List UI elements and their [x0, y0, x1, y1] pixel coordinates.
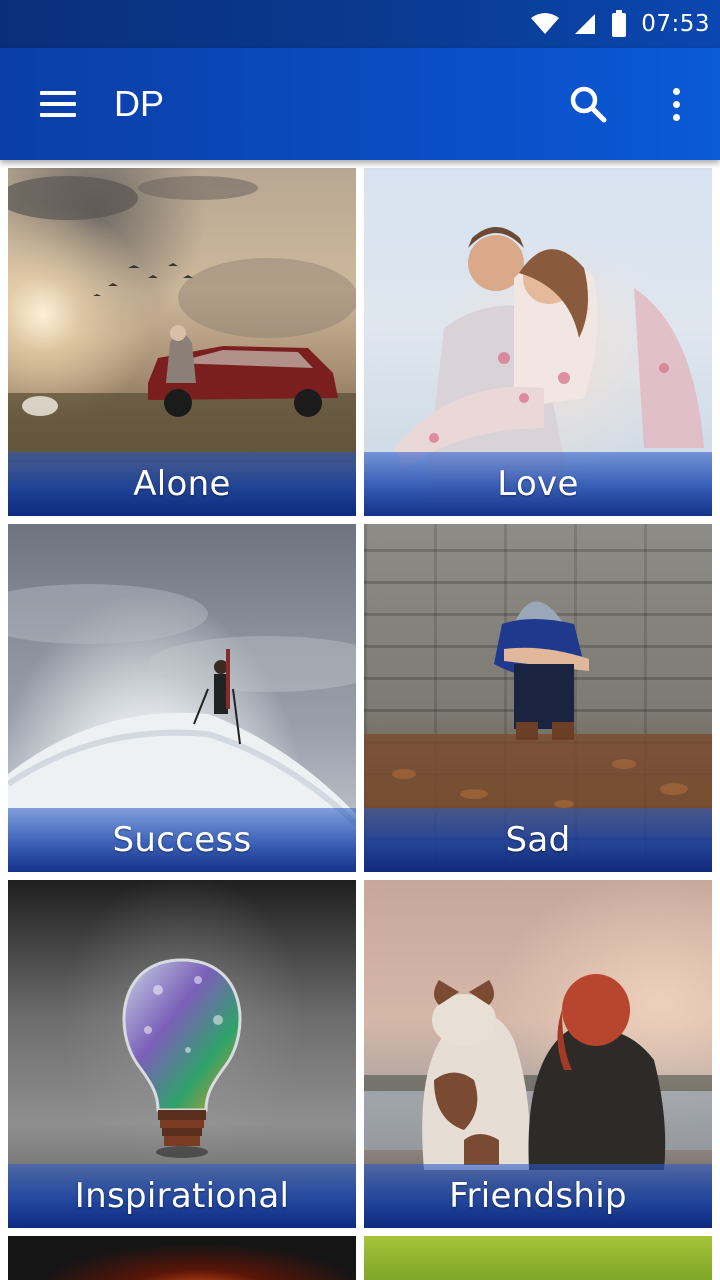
- category-label: Success: [112, 820, 252, 860]
- more-vert-icon-dot: [672, 87, 680, 95]
- category-label-band: Success: [8, 808, 356, 872]
- category-tile-alone[interactable]: Alone: [8, 168, 356, 516]
- category-tile-partial-left[interactable]: [8, 1236, 356, 1280]
- category-label-band: Inspirational: [8, 1164, 356, 1228]
- category-label-band: Love: [364, 452, 712, 516]
- category-tile-inspirational[interactable]: Inspirational: [8, 880, 356, 1228]
- cell-signal-icon: [575, 14, 596, 34]
- category-label: Love: [497, 464, 579, 504]
- wifi-icon: [531, 13, 560, 34]
- category-label-band: Friendship: [364, 1164, 712, 1228]
- category-tile-love[interactable]: Love: [364, 168, 712, 516]
- category-tile-success[interactable]: Success: [8, 524, 356, 872]
- menu-icon-line: [40, 102, 76, 106]
- status-time: 07:53: [641, 11, 710, 37]
- menu-icon-line: [40, 113, 76, 117]
- menu-icon-line: [40, 91, 76, 95]
- category-tile-friendship[interactable]: Friendship: [364, 880, 712, 1228]
- status-icons: 07:53: [531, 0, 710, 48]
- app-bar: DP: [0, 48, 720, 160]
- category-tile-sad[interactable]: Sad: [364, 524, 712, 872]
- battery-icon: [612, 10, 627, 37]
- category-grid: Alone Love Success Sad Inspirational Fri…: [0, 160, 720, 1280]
- more-vert-icon-dot: [672, 100, 680, 108]
- category-label: Inspirational: [74, 1176, 290, 1216]
- category-label-band: Alone: [8, 452, 356, 516]
- status-bar: 07:53: [0, 0, 720, 48]
- category-label: Friendship: [449, 1176, 627, 1216]
- category-label: Sad: [505, 820, 571, 860]
- search-icon: [570, 86, 607, 123]
- app-title: DP: [114, 83, 165, 124]
- category-tile-partial-right[interactable]: [364, 1236, 712, 1280]
- more-vert-icon-dot: [672, 113, 680, 121]
- menu-button[interactable]: [28, 78, 88, 130]
- more-options-button[interactable]: [652, 78, 700, 130]
- category-image: [364, 1236, 712, 1280]
- category-label-band: Sad: [364, 808, 712, 872]
- category-label: Alone: [133, 464, 231, 504]
- category-image: [8, 1236, 356, 1280]
- search-button[interactable]: [562, 78, 614, 130]
